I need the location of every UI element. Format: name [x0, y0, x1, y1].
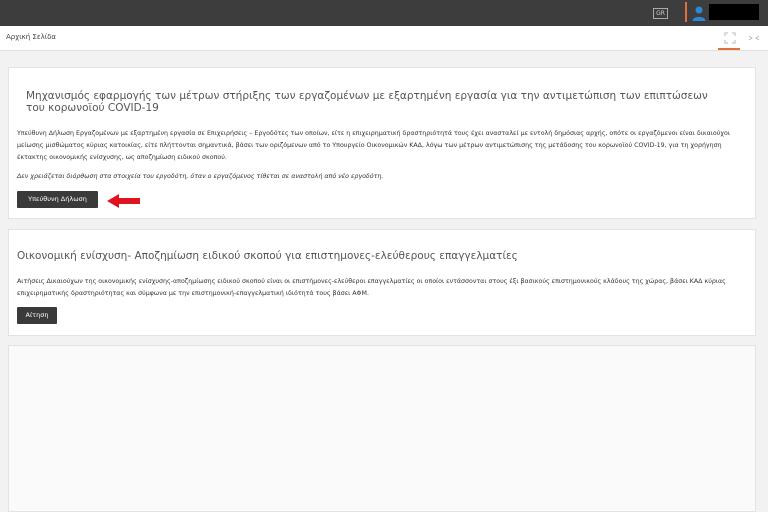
compensation-panel: Οικονομική ενίσχυση- Αποζημίωση ειδικού … [8, 229, 756, 336]
breadcrumb[interactable]: Αρχική Σελίδα [6, 33, 56, 41]
expand-icon[interactable] [724, 32, 736, 44]
panel-title: Μηχανισμός εφαρμογής των μέτρων στήριξης… [26, 90, 708, 114]
panel-title: Οικονομική ενίσχυση- Αποζημίωση ειδικού … [17, 250, 518, 262]
panel-description: Υπεύθυνη Δήλωση Εργαζομένων με εξαρτημέν… [17, 130, 730, 161]
application-button[interactable]: Αίτηση [17, 307, 57, 324]
page-header: Αρχική Σελίδα [0, 26, 768, 51]
top-navigation-bar: GR [0, 0, 768, 26]
user-icon[interactable] [691, 5, 707, 21]
more-icon[interactable] [748, 33, 760, 43]
arrow-left-icon [107, 194, 140, 208]
panel-note: Δεν χρειάζεται διόρθωση στα στοιχεία του… [17, 173, 384, 180]
language-selector[interactable]: GR [653, 8, 668, 19]
topbar-divider [685, 2, 687, 22]
active-tab-indicator [718, 48, 740, 50]
empty-panel [8, 345, 756, 512]
user-name-redacted[interactable] [709, 4, 759, 20]
panel-description: Αιτήσεις Δικαιούχων της οικονομικής ενίσ… [17, 278, 726, 297]
declaration-button[interactable]: Υπεύθυνη Δήλωση [17, 191, 98, 208]
